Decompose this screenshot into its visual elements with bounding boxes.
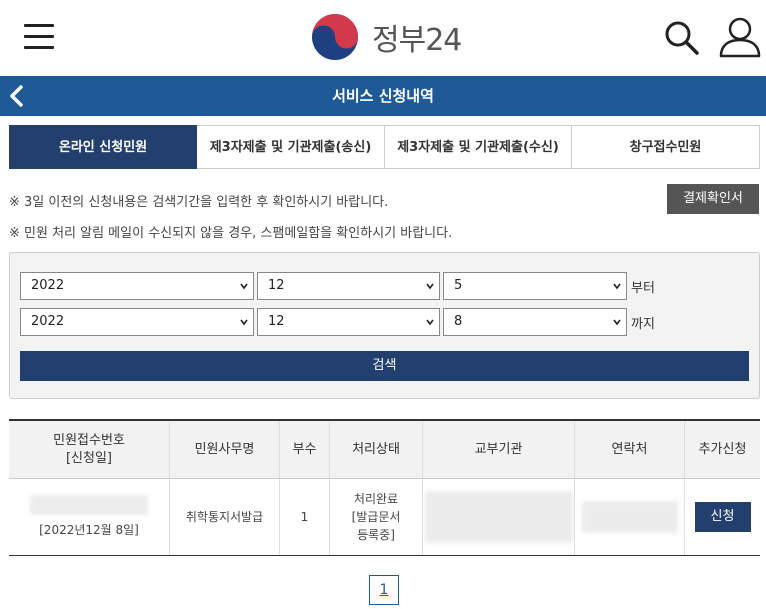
additional-request-cell: 신청 [685,479,760,555]
contact-cell [575,479,685,555]
header-service-name: 민원사무명 [170,421,280,478]
status-cell: 처리완료 [발급문서 등록중] [330,479,423,555]
payment-receipt-button[interactable]: 결제확인서 [667,184,759,214]
redacted-issuing-agency [424,491,573,543]
from-day-select[interactable]: 5 [443,272,627,300]
notice-spam-mail: ※ 민원 처리 알림 메일이 수신되지 않을 경우, 스팸메일함을 확인하시기 … [9,226,453,241]
header-additional-request: 추가신청 [698,441,747,457]
tab-online-application[interactable]: 온라인 신청민원 [9,125,197,169]
chevron-left-icon[interactable] [6,83,28,109]
application-table: 민원접수번호 [신청일] 민원사무명 부수 처리상태 교부기관 연락처 추가신청… [9,419,760,556]
from-year-value: 2022 [31,278,65,293]
search-icon[interactable] [664,20,700,56]
from-suffix-label: 부터 [631,281,655,296]
date-search-panel: 2022 12 5 부터 2022 12 8 까지 검색 [9,252,760,399]
logo-text: 정부24 [372,23,462,58]
chevron-down-icon [426,283,434,290]
table-row: [2022년12월 8일] 취학통지서발급 1 처리완료 [발급문서 등록중] … [9,479,760,555]
status-line-2: [발급문서 [351,510,401,524]
from-month-value: 12 [268,278,285,293]
chevron-down-icon [613,319,621,326]
header-count: 부수 [280,421,330,478]
to-suffix-label: 까지 [631,317,655,332]
chevron-down-icon [240,319,248,326]
from-day-value: 5 [454,278,463,293]
table-header-row: 민원접수번호 [신청일] 민원사무명 부수 처리상태 교부기관 연락처 추가신청 [9,421,760,479]
tab-bar: 온라인 신청민원 제3자제출 및 기관제출(송신) 제3자제출 및 기관제출(수… [9,125,760,169]
chevron-down-icon [240,283,248,290]
hamburger-menu-icon[interactable] [24,24,54,50]
search-button[interactable]: 검색 [20,351,749,381]
header-contact: 연락처 [575,421,685,478]
header-application-date-label: [신청일] [65,450,112,466]
chevron-down-icon [613,283,621,290]
page-title-bar: 서비스 신청내역 [0,76,766,116]
app-header: 정부24 [0,0,766,76]
to-year-value: 2022 [31,314,65,329]
taegeuk-logo-icon [312,14,358,60]
pagination-page-1[interactable]: 1 [369,575,399,605]
service-name-cell: 취학통지서발급 [170,479,280,555]
header-status: 처리상태 [330,421,423,478]
to-day-value: 8 [454,314,463,329]
count-cell: 1 [280,479,330,555]
tab-third-party-sent[interactable]: 제3자제출 및 기관제출(송신) [197,125,385,169]
tab-counter-application[interactable]: 창구접수민원 [572,125,760,169]
to-month-value: 12 [268,314,285,329]
redacted-receipt-number [30,495,148,515]
chevron-down-icon [426,319,434,326]
header-receipt-number-label: 민원접수번호 [53,432,125,448]
status-line-3: 등록중] [357,528,395,542]
status-line-1: 처리완료 [353,492,399,506]
application-date: [2022년12월 8일] [39,523,139,537]
issuing-agency-cell [423,479,575,555]
page-title: 서비스 신청내역 [332,87,434,105]
user-icon[interactable] [718,16,762,58]
redacted-contact [581,501,678,533]
header-issuing-agency: 교부기관 [423,421,575,478]
to-month-select[interactable]: 12 [257,308,440,336]
to-day-select[interactable]: 8 [443,308,627,336]
from-month-select[interactable]: 12 [257,272,440,300]
header-receipt-number: 민원접수번호 [신청일] [9,421,170,478]
to-year-select[interactable]: 2022 [20,308,254,336]
tab-third-party-received[interactable]: 제3자제출 및 기관제출(수신) [385,125,572,169]
from-year-select[interactable]: 2022 [20,272,254,300]
notice-search-period: ※ 3일 이전의 신청내용은 검색기간을 입력한 후 확인하시기 바랍니다. [9,195,389,210]
receipt-number-cell: [2022년12월 8일] [9,479,170,555]
apply-button[interactable]: 신청 [694,502,751,532]
logo[interactable]: 정부24 [310,12,470,62]
